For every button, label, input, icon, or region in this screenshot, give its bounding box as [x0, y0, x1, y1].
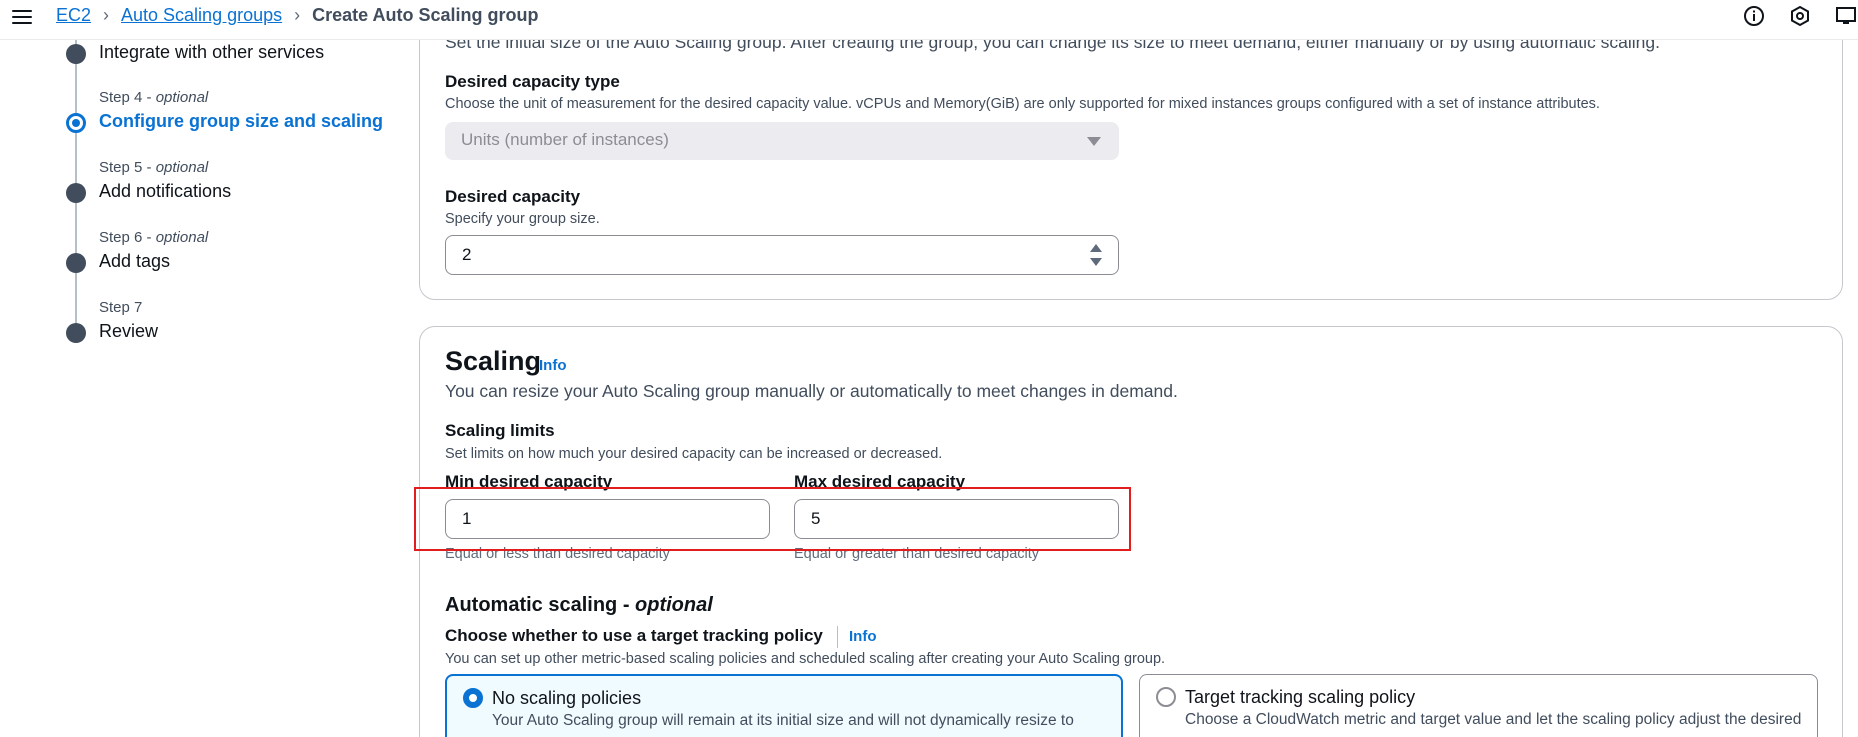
step-7-label: Step 7 — [99, 299, 143, 316]
chevron-right-icon: › — [294, 4, 301, 25]
step-dot — [66, 323, 86, 343]
info-icon[interactable] — [1742, 4, 1766, 28]
step-dot-active — [66, 113, 86, 133]
no-scaling-policies-title: No scaling policies — [492, 688, 642, 708]
step-5-title: Add notifications — [99, 181, 232, 201]
scaling-description: You can resize your Auto Scaling group m… — [445, 381, 1178, 401]
step-7-title: Review — [99, 321, 159, 341]
breadcrumb-current: Create Auto Scaling group — [312, 4, 539, 25]
breadcrumb-ec2[interactable]: EC2 — [56, 5, 91, 26]
scaling-info-link[interactable]: Info — [539, 357, 567, 374]
target-tracking-option[interactable]: Target tracking scaling policy Choose a … — [1139, 674, 1818, 737]
automatic-scaling-title: Automatic scaling - optional — [445, 594, 713, 616]
automatic-scaling-description: You can set up other metric-based scalin… — [445, 651, 1166, 667]
desired-capacity-type-select: Units (number of instances) — [445, 122, 1119, 160]
target-tracking-info-link[interactable]: Info — [849, 628, 877, 645]
no-scaling-policies-option[interactable]: No scaling policies Your Auto Scaling gr… — [445, 674, 1123, 737]
breadcrumb: EC2 › Auto Scaling groups › Create Auto … — [56, 3, 538, 27]
scaling-title: Scaling — [445, 346, 542, 376]
scaling-limits-description: Set limits on how much your desired capa… — [445, 446, 943, 462]
divider — [837, 626, 838, 648]
breadcrumb-auto-scaling-groups[interactable]: Auto Scaling groups — [121, 5, 282, 26]
step-4-label: Step 4 - optional — [99, 89, 209, 106]
radio-selected-icon[interactable] — [463, 688, 483, 708]
desired-capacity-type-description: Choose the unit of measurement for the d… — [445, 96, 1600, 112]
step-dot — [66, 183, 86, 203]
target-tracking-title: Target tracking scaling policy — [1185, 687, 1416, 707]
step-6-label: Step 6 - optional — [99, 229, 209, 246]
desired-capacity-value: 2 — [462, 245, 472, 264]
settings-icon[interactable] — [1788, 4, 1812, 28]
step-5-label: Step 5 - optional — [99, 159, 209, 176]
desired-capacity-label: Desired capacity — [445, 187, 581, 206]
chevron-right-icon: › — [103, 4, 110, 25]
annotation-highlight-box — [414, 487, 1131, 551]
step-dot — [66, 44, 86, 64]
target-tracking-description: Choose a CloudWatch metric and target va… — [1185, 711, 1802, 728]
radio-unselected-icon[interactable] — [1156, 687, 1176, 707]
step-dot — [66, 253, 86, 273]
menu-icon[interactable] — [12, 5, 36, 29]
step-3-title[interactable]: Integrate with other services — [99, 42, 324, 63]
step-6-title: Add tags — [99, 251, 171, 271]
top-navigation-bar: EC2 › Auto Scaling groups › Create Auto … — [0, 0, 1858, 40]
no-scaling-policies-description: Your Auto Scaling group will remain at i… — [492, 712, 1074, 729]
number-stepper-icon[interactable] — [1090, 244, 1102, 266]
scaling-limits-label: Scaling limits — [445, 421, 555, 440]
desired-capacity-description: Specify your group size. — [445, 211, 600, 227]
desired-capacity-type-value: Units (number of instances) — [461, 130, 669, 149]
step-4-title: Configure group size and scaling — [99, 111, 384, 131]
feedback-icon[interactable] — [1834, 4, 1858, 28]
caret-down-icon — [1087, 137, 1101, 146]
target-tracking-question: Choose whether to use a target tracking … — [445, 626, 823, 645]
desired-capacity-input[interactable]: 2 — [445, 235, 1119, 275]
desired-capacity-type-label: Desired capacity type — [445, 72, 620, 91]
